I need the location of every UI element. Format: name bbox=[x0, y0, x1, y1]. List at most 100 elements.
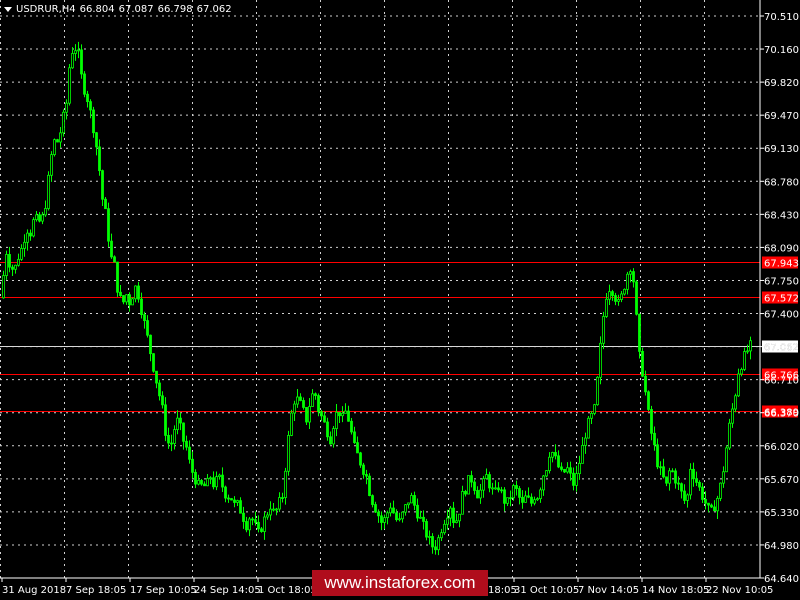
candle-body bbox=[491, 487, 494, 490]
candle-body bbox=[86, 93, 89, 103]
candle-body bbox=[314, 393, 317, 396]
candle-body bbox=[542, 475, 545, 491]
candle-body bbox=[683, 490, 686, 501]
candle-body bbox=[221, 474, 224, 488]
candle-body bbox=[248, 518, 251, 531]
candle-body bbox=[647, 391, 650, 410]
candle-body bbox=[362, 464, 365, 475]
candle-body bbox=[551, 452, 554, 458]
candle-body bbox=[275, 508, 278, 511]
candle-body bbox=[161, 395, 164, 406]
candle-body bbox=[173, 429, 176, 444]
candle-body bbox=[599, 342, 602, 378]
candle-body bbox=[233, 499, 236, 503]
candle-body bbox=[590, 412, 593, 419]
candle-body bbox=[614, 295, 617, 302]
candle-body bbox=[17, 258, 20, 266]
x-tick-label: 1 Oct 18:05 bbox=[258, 585, 317, 596]
candle-body bbox=[41, 214, 44, 222]
x-tick-label: 22 Nov 10:05 bbox=[706, 585, 773, 596]
candle-body bbox=[383, 517, 386, 523]
candle-body bbox=[458, 513, 461, 522]
candle-body bbox=[734, 395, 737, 410]
candle-body bbox=[212, 477, 215, 488]
candle-body bbox=[707, 502, 710, 506]
candle-body bbox=[467, 475, 470, 495]
y-tick-label: 67.750 bbox=[764, 276, 799, 287]
watermark-logo: www.instaforex.com bbox=[312, 570, 488, 596]
candle-body bbox=[725, 447, 728, 473]
candle-body bbox=[5, 254, 8, 276]
candle-body bbox=[476, 490, 479, 499]
candle-body bbox=[413, 495, 416, 506]
x-tick-label: 7 Nov 14:05 bbox=[578, 585, 639, 596]
candle-body bbox=[539, 489, 542, 500]
candle-body bbox=[497, 487, 500, 491]
candle-body bbox=[257, 521, 260, 530]
candle-body bbox=[410, 495, 413, 504]
candle-body bbox=[635, 281, 638, 315]
candle-body bbox=[506, 497, 509, 504]
candle-body bbox=[74, 50, 77, 54]
low-value: 66.798 bbox=[157, 4, 193, 15]
candle-body bbox=[401, 511, 404, 520]
candle-body bbox=[386, 512, 389, 519]
candle-body bbox=[197, 480, 200, 485]
candle-body bbox=[125, 294, 128, 303]
candle-body bbox=[290, 412, 293, 436]
candle-body bbox=[224, 486, 227, 499]
candle-body bbox=[32, 219, 35, 237]
candle-body bbox=[296, 396, 299, 405]
candle-body bbox=[170, 442, 173, 445]
dropdown-triangle-icon[interactable] bbox=[4, 7, 12, 12]
candle-body bbox=[563, 469, 566, 473]
chart-background bbox=[0, 0, 800, 600]
candle-body bbox=[392, 507, 395, 514]
candle-body bbox=[326, 421, 329, 438]
candle-body bbox=[167, 435, 170, 444]
candle-body bbox=[209, 477, 212, 480]
candle-body bbox=[602, 316, 605, 344]
level-label: 67.943 bbox=[764, 259, 799, 270]
candle-body bbox=[308, 406, 311, 423]
candle-body bbox=[284, 470, 287, 498]
candle-body bbox=[242, 512, 245, 522]
candle-body bbox=[215, 476, 218, 488]
candle-body bbox=[746, 350, 749, 353]
candle-body bbox=[632, 271, 635, 283]
candle-body bbox=[71, 53, 74, 69]
candlestick-chart[interactable]: 67.94367.57266.76666.38967.062 70.51070.… bbox=[0, 0, 800, 600]
candle-body bbox=[29, 232, 32, 237]
candle-body bbox=[95, 132, 98, 148]
candle-body bbox=[26, 232, 29, 243]
candle-body bbox=[728, 422, 731, 449]
candle-body bbox=[218, 474, 221, 478]
candle-body bbox=[131, 298, 134, 306]
candle-body bbox=[101, 170, 104, 200]
candle-body bbox=[536, 498, 539, 501]
candle-body bbox=[356, 442, 359, 454]
candle-body bbox=[578, 462, 581, 475]
candle-body bbox=[65, 102, 68, 113]
candle-body bbox=[188, 446, 191, 460]
candle-body bbox=[80, 49, 83, 75]
candle-body bbox=[44, 208, 47, 216]
candle-body bbox=[134, 285, 137, 300]
candle-body bbox=[575, 473, 578, 486]
candle-body bbox=[152, 353, 155, 372]
candle-body bbox=[665, 476, 668, 484]
x-tick-label: 7 Sep 18:05 bbox=[66, 585, 126, 596]
candle-body bbox=[278, 497, 281, 510]
x-tick-label: 31 Oct 10:05 bbox=[514, 585, 579, 596]
candle-body bbox=[287, 435, 290, 472]
candle-body bbox=[92, 109, 95, 134]
candle-body bbox=[398, 518, 401, 521]
candle-body bbox=[176, 417, 179, 431]
candle-body bbox=[293, 403, 296, 414]
candle-body bbox=[626, 273, 629, 290]
candle-body bbox=[107, 208, 110, 242]
candle-body bbox=[731, 408, 734, 424]
candle-body bbox=[377, 511, 380, 517]
candle-body bbox=[488, 474, 491, 489]
candle-body bbox=[122, 295, 125, 303]
